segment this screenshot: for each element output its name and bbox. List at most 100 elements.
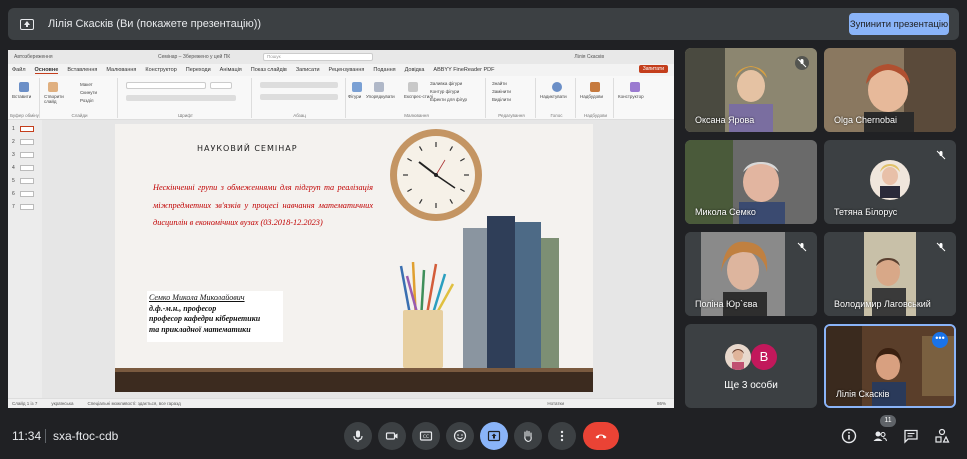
participant-name: Тетяна Білорус: [834, 207, 898, 217]
ribbon-addins[interactable]: Надбудови: [580, 94, 603, 99]
ribbon-effects[interactable]: Ефекти для фігур: [430, 97, 467, 102]
ribbon-reset[interactable]: Скинути: [80, 90, 97, 95]
slide-thumb-preview: [20, 178, 34, 184]
ribbon-dictate[interactable]: Надиктувати: [540, 94, 567, 99]
slide-number: 7: [12, 204, 15, 210]
captions-button[interactable]: CC: [412, 422, 440, 450]
slide-thumb-preview: [20, 126, 34, 132]
ppt-tab[interactable]: Основне: [34, 67, 59, 74]
ppt-tab[interactable]: Довідка: [405, 67, 425, 73]
ribbon-outline[interactable]: Контур фігури: [430, 89, 459, 94]
slide-thumbnail[interactable]: 7: [12, 204, 38, 211]
slide-thumbnail[interactable]: 3: [12, 152, 38, 159]
participant-tile[interactable]: Микола Семко: [685, 140, 817, 224]
captions-icon: CC: [419, 431, 433, 441]
ppt-tab[interactable]: ABBYY FineReader PDF: [433, 67, 494, 73]
ppt-tab[interactable]: Анімація: [220, 67, 242, 73]
ribbon-group-paragraph: Абзац: [254, 78, 346, 118]
self-tile[interactable]: ••• Лілія Скаскiв: [824, 324, 956, 408]
mic-off-icon: [795, 240, 809, 254]
hand-icon: [524, 430, 532, 443]
camera-button[interactable]: [378, 422, 406, 450]
slide-thumbnail[interactable]: 2: [12, 139, 38, 146]
more-participants-tile[interactable]: B Ще 3 особи: [685, 324, 817, 408]
ppt-tab[interactable]: Рецензування: [329, 67, 365, 73]
ribbon-group-label: Редагування: [498, 113, 525, 118]
slide-thumbnails: 1 2 3 4 5 6 7: [8, 120, 42, 398]
leave-call-button[interactable]: [583, 422, 619, 450]
activities-button[interactable]: [931, 425, 953, 447]
ribbon-layout[interactable]: Макет: [80, 82, 93, 87]
ppt-tab[interactable]: Вставлення: [67, 67, 97, 73]
ribbon-group-editing: Знайти Замінити Виділити Редагування: [488, 78, 536, 118]
designer-icon: [630, 82, 640, 92]
ppt-tab[interactable]: Файл: [12, 67, 26, 73]
ppt-tab[interactable]: Переходи: [186, 67, 211, 73]
participant-avatar: [725, 344, 751, 370]
slide-thumbnail[interactable]: 6: [12, 191, 38, 198]
font-name-box[interactable]: [126, 82, 206, 89]
ribbon-quick-styles[interactable]: Експрес-стилі: [404, 94, 433, 99]
author-name: Семко Микола Миколайович: [149, 293, 245, 302]
ppt-tab[interactable]: Показ слайдів: [251, 67, 287, 73]
participant-tile[interactable]: Володимир Лаговський: [824, 232, 956, 316]
more-options-button[interactable]: [548, 422, 576, 450]
ppt-tab[interactable]: Записати: [296, 67, 320, 73]
meeting-info-button[interactable]: [838, 425, 860, 447]
ribbon-arrange[interactable]: Упорядкувати: [366, 94, 395, 99]
status-notes[interactable]: Нотатки: [547, 401, 564, 406]
ribbon-group-label: Слайди: [71, 113, 88, 118]
ribbon-fill[interactable]: Заливка фігури: [430, 81, 462, 86]
ribbon-new-slide[interactable]: Створити слайд: [44, 94, 70, 104]
desk: [115, 372, 593, 392]
participant-name: Микола Семко: [695, 207, 756, 217]
author-box: Семко Микола Миколайович д.ф.-м.н., проф…: [147, 291, 283, 342]
chat-button[interactable]: [900, 425, 922, 447]
author-degree: д.ф.-м.н., професор: [149, 303, 217, 313]
participant-tile[interactable]: Поліна Юр`єва: [685, 232, 817, 316]
ppt-tab[interactable]: Конструктор: [145, 67, 176, 73]
slide-thumbnail[interactable]: 4: [12, 165, 38, 172]
ribbon-group-label: Шрифт: [178, 113, 193, 118]
ribbon-paste[interactable]: Вставити: [12, 94, 31, 99]
participant-tile[interactable]: Оксана Ярова: [685, 48, 817, 132]
ppt-tab[interactable]: Малювання: [106, 67, 136, 73]
people-button[interactable]: [869, 425, 891, 447]
presenting-bar: Лілія Скаскiв (Ви (покажете презентацію)…: [8, 8, 959, 40]
participant-name: Оксана Ярова: [695, 115, 755, 125]
status-zoom[interactable]: 86%: [657, 401, 666, 406]
ribbon-group-label: Малювання: [404, 113, 429, 118]
slide-thumbnail[interactable]: 1: [12, 126, 38, 133]
ribbon-find[interactable]: Знайти: [492, 81, 507, 86]
ribbon-replace[interactable]: Замінити: [492, 89, 511, 94]
more-options-icon[interactable]: •••: [932, 332, 948, 348]
stop-presenting-button[interactable]: Зупинити презентацію: [849, 13, 949, 35]
participant-name: Поліна Юр`єва: [695, 299, 758, 309]
ribbon-select[interactable]: Виділити: [492, 97, 511, 102]
present-button[interactable]: [480, 422, 508, 450]
participant-tile[interactable]: Тетяна Білорус: [824, 140, 956, 224]
ribbon-shapes[interactable]: Фігури: [348, 94, 361, 99]
ppt-tab[interactable]: Подання: [373, 67, 395, 73]
font-size-box[interactable]: [210, 82, 232, 89]
hang-up-icon: [595, 434, 607, 439]
paste-icon: [19, 82, 29, 92]
mic-button[interactable]: [344, 422, 372, 450]
ppt-share-button[interactable]: Запитати: [638, 65, 668, 73]
autosave-label: Автозбереження: [14, 54, 53, 60]
ppt-ribbon-tabs: Файл Основне Вставлення Малювання Конструкто…: [8, 64, 674, 76]
ribbon-designer[interactable]: Конструктор: [618, 94, 644, 99]
ribbon-section[interactable]: Розділ: [80, 98, 93, 103]
reactions-button[interactable]: [446, 422, 474, 450]
meet-window: Лілія Скаскiв (Ви (покажете презентацію)…: [0, 0, 967, 459]
ppt-search[interactable]: Пошук: [263, 53, 373, 61]
mic-off-icon: [795, 56, 809, 70]
book-gray: [463, 228, 487, 368]
slide-thumb-preview: [20, 204, 34, 210]
slide-thumbnail[interactable]: 5: [12, 178, 38, 185]
status-accessibility[interactable]: Спеціальні можливості: здається, все гар…: [87, 401, 180, 406]
raise-hand-button[interactable]: [514, 422, 542, 450]
author-position-2: та прикладної математики: [149, 324, 251, 334]
more-participants-label: Ще 3 особи: [724, 380, 778, 391]
participant-tile[interactable]: Olga Chernobai: [824, 48, 956, 132]
